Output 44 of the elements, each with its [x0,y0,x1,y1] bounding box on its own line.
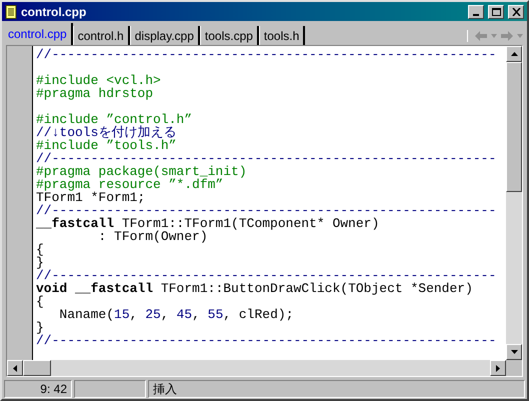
code-line: void __fastcall TForm1::ButtonDrawClick(TObject *Sender) [36,281,473,296]
code-line: #include ”tools.h” [36,138,176,153]
code-line: TForm1 *Form1; [36,190,146,205]
left-arrow-icon[interactable] [13,364,17,372]
status-panel [74,380,146,398]
code-line: } [36,255,44,270]
code-line: #pragma hdrstop [36,86,154,101]
code-line: //--------------------------------------------------------- [36,47,496,62]
scroll-thumb[interactable] [506,62,522,192]
code-line: : TForm(Owner) [97,229,208,244]
document-icon [5,4,17,18]
horizontal-scrollbar[interactable] [7,360,506,376]
code-line: #include ”control.h” [36,112,192,127]
file-tab[interactable]: control.h [72,26,130,45]
code-line: //--------------------------------------------------------- [36,203,496,218]
maximize-button[interactable] [488,4,504,18]
code-line: //↓toolsを付け加える [36,125,176,140]
code-line: #include <vcl.h> [36,73,161,88]
code-line: { [36,294,44,309]
minimize-icon [473,14,479,16]
code-line: #pragma resource ”*.dfm” [36,177,224,192]
code-line: //--------------------------------------------------------- [36,333,496,348]
file-tab[interactable]: tools.cpp [200,26,259,45]
code-line: //--------------------------------------------------------- [36,151,496,166]
code-line: } [36,320,44,335]
code-line: { [36,242,44,257]
maximize-icon [492,8,500,16]
file-tab[interactable]: tools.h [258,26,306,45]
minimize-button[interactable] [468,4,484,18]
file-tab[interactable]: display.cpp [130,26,200,45]
scroll-thumb[interactable] [23,360,51,376]
right-arrow-icon[interactable] [496,364,500,372]
vertical-scrollbar[interactable] [506,46,522,360]
status-panel: 挿入 [148,380,525,398]
code-line: #pragma package(smart_init) [36,164,247,179]
code-line: __fastcall TForm1::TForm1(TComponent* Owner) [36,216,380,231]
down-arrow-icon[interactable] [510,350,518,354]
code-line: //--------------------------------------------------------- [36,268,496,283]
up-arrow-icon[interactable] [510,52,518,56]
window-title: control.cpp [21,4,88,20]
close-button[interactable] [508,4,524,18]
code-line: Naname(15, 25, 45, 55, clRed); [58,307,294,322]
close-icon [512,8,520,16]
status-panel: 9: 42 [4,380,72,398]
